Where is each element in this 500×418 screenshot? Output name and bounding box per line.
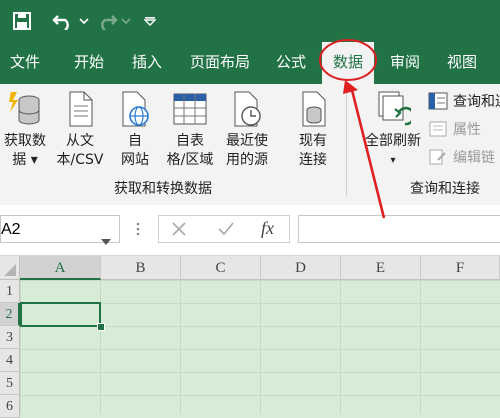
- tab-formulas[interactable]: 公式: [266, 42, 316, 84]
- from-table-range-button[interactable]: 自表 格/区域: [160, 90, 220, 170]
- tab-insert[interactable]: 插入: [122, 42, 172, 84]
- properties-button[interactable]: 属性: [428, 118, 481, 140]
- web-icon: [117, 90, 153, 128]
- ribbon-panel: 获取数 据 ▾ 从文 本/CSV 自 网站 自表 格/区域 最近使 用的源 现有…: [0, 84, 500, 206]
- from-web-label-2: 网站: [121, 152, 149, 168]
- from-text-csv-button[interactable]: 从文 本/CSV: [52, 90, 108, 170]
- tab-home[interactable]: 开始: [64, 42, 114, 84]
- recent-sources-button[interactable]: 最近使 用的源: [220, 90, 274, 170]
- existing-connections-label-2: 连接: [299, 152, 327, 168]
- group-label-get-transform: 获取和转换数据: [114, 181, 212, 197]
- column-header-e[interactable]: E: [341, 256, 421, 280]
- row-header-5[interactable]: 5: [0, 372, 20, 395]
- column-header-a[interactable]: A: [20, 256, 101, 280]
- row-header-2[interactable]: 2: [0, 303, 20, 326]
- database-icon: [7, 90, 43, 128]
- recent-sources-icon: [229, 90, 265, 128]
- recent-sources-label-1: 最近使: [226, 133, 268, 149]
- from-web-button[interactable]: 自 网站: [112, 90, 158, 170]
- row-header-3[interactable]: 3: [0, 326, 20, 349]
- from-text-csv-label-1: 从文: [66, 133, 94, 149]
- tab-review[interactable]: 审阅: [380, 42, 430, 84]
- tab-page-layout[interactable]: 页面布局: [180, 42, 260, 84]
- queries-connections-label: 查询和连: [453, 94, 500, 110]
- formula-bar: A2 fx: [0, 205, 500, 256]
- properties-icon: [428, 120, 448, 138]
- redo-icon[interactable]: [94, 9, 120, 33]
- cell-area[interactable]: [20, 280, 500, 414]
- refresh-all-label-1: 全部刷新: [365, 133, 421, 149]
- from-text-csv-label-2: 本/CSV: [56, 152, 104, 168]
- refresh-all-button[interactable]: 全部刷新 ▾: [360, 90, 426, 170]
- column-header-c[interactable]: C: [181, 256, 261, 280]
- insert-function-button[interactable]: fx: [261, 218, 274, 239]
- refresh-icon: [375, 90, 416, 128]
- tab-file[interactable]: 文件: [0, 42, 50, 84]
- from-table-label-2: 格/区域: [166, 152, 214, 168]
- name-box-dropdown-icon[interactable]: [101, 227, 111, 245]
- undo-dropdown-icon[interactable]: [78, 9, 90, 33]
- from-web-label-1: 自: [128, 133, 142, 149]
- properties-label: 属性: [453, 122, 481, 138]
- table-icon: [172, 90, 208, 128]
- column-header-d[interactable]: D: [261, 256, 341, 280]
- get-data-label-1: 获取数: [4, 133, 46, 149]
- column-header-b[interactable]: B: [101, 256, 181, 280]
- fill-handle[interactable]: [97, 323, 105, 331]
- edit-links-icon: [428, 148, 448, 166]
- get-data-label-2: 据 ▾: [12, 152, 38, 168]
- tab-view[interactable]: 视图: [436, 42, 488, 84]
- formula-bar-grip[interactable]: [136, 221, 140, 237]
- name-box[interactable]: A2: [0, 215, 120, 245]
- tab-data[interactable]: 数据: [322, 42, 374, 84]
- formula-input[interactable]: [298, 215, 500, 243]
- existing-connections-label-1: 现有: [299, 133, 327, 149]
- refresh-all-label-2: ▾: [390, 155, 396, 166]
- check-icon[interactable]: [217, 221, 235, 237]
- row-header-1[interactable]: 1: [0, 280, 20, 303]
- edit-links-button[interactable]: 编辑链: [428, 146, 495, 168]
- active-cell-a2[interactable]: [20, 302, 101, 327]
- edit-links-label: 编辑链: [453, 150, 495, 166]
- queries-connections-button[interactable]: 查询和连: [428, 90, 500, 112]
- select-all-corner[interactable]: [0, 256, 20, 280]
- recent-sources-label-2: 用的源: [226, 152, 268, 168]
- text-file-icon: [62, 90, 98, 128]
- undo-icon[interactable]: [50, 9, 76, 33]
- existing-connections-button[interactable]: 现有 连接: [290, 90, 336, 170]
- group-separator: [346, 92, 347, 196]
- column-header-f[interactable]: F: [421, 256, 500, 280]
- redo-dropdown-icon[interactable]: [120, 9, 132, 33]
- customize-qat-icon[interactable]: [142, 9, 158, 33]
- ribbon-tabs: 文件 开始 插入 页面布局 公式 数据 审阅 视图: [0, 42, 500, 84]
- queries-icon: [428, 92, 448, 110]
- worksheet-grid: A B C D E F 1 2 3 4 5 6: [0, 256, 500, 418]
- existing-connections-icon: [295, 90, 331, 128]
- row-header-4[interactable]: 4: [0, 349, 20, 372]
- row-header-6[interactable]: 6: [0, 395, 20, 418]
- save-icon[interactable]: [10, 9, 34, 33]
- formula-buttons: fx: [158, 215, 290, 243]
- group-label-queries: 查询和连接: [410, 181, 480, 197]
- name-box-value: A2: [1, 221, 21, 238]
- from-table-label-1: 自表: [176, 133, 204, 149]
- cancel-icon[interactable]: [171, 221, 187, 237]
- get-data-button[interactable]: 获取数 据 ▾: [0, 90, 50, 170]
- quick-access-toolbar: [0, 0, 500, 42]
